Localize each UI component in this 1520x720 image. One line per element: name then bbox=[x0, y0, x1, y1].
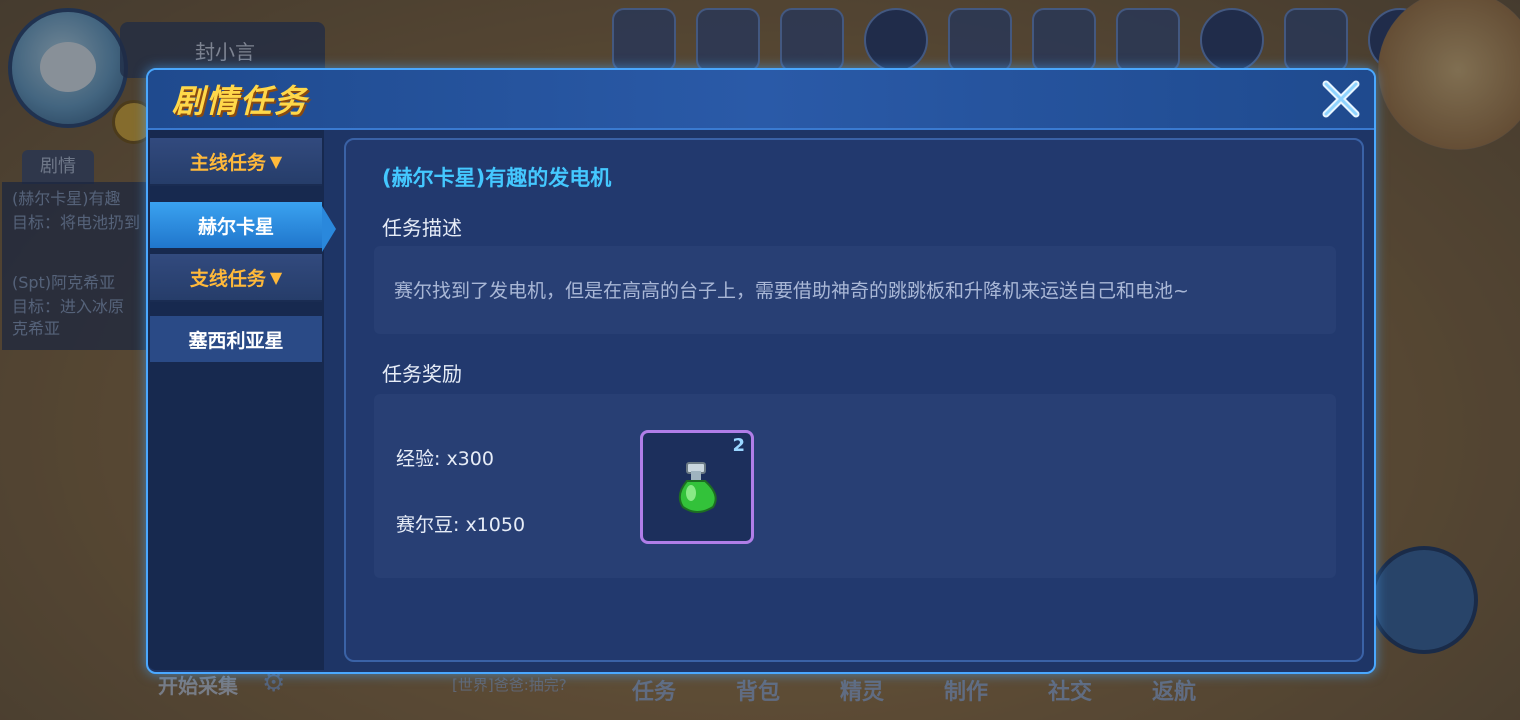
reward-label: 任务奖励 bbox=[382, 362, 462, 386]
nav-main-quests-label: 主线任务 bbox=[189, 151, 266, 174]
quest-title: (赫尔卡星)有趣的发电机 bbox=[382, 166, 612, 190]
close-icon bbox=[1322, 80, 1360, 118]
quest-nav: 主线任务 ▼ 赫尔卡星 支线任务 ▼ 塞西利亚星 bbox=[148, 130, 324, 670]
quest-detail-panel: (赫尔卡星)有趣的发电机 任务描述 赛尔找到了发电机，但是在高高的台子上，需要借… bbox=[344, 138, 1364, 662]
nav-branch-quests[interactable]: 支线任务 ▼ bbox=[150, 254, 322, 302]
nav-item-cecilia-label: 塞西利亚星 bbox=[188, 329, 284, 352]
nav-item-cecilia[interactable]: 塞西利亚星 bbox=[150, 316, 322, 362]
modal-header: 剧情任务 bbox=[148, 70, 1374, 130]
chevron-down-icon: ▼ bbox=[269, 267, 283, 287]
active-tab-arrow bbox=[322, 206, 336, 252]
green-potion-icon bbox=[678, 462, 717, 513]
nav-item-hercar[interactable]: 赫尔卡星 bbox=[150, 202, 322, 248]
desc-box: 赛尔找到了发电机，但是在高高的台子上，需要借助神奇的跳跳板和升降机来运送自己和电… bbox=[374, 246, 1336, 334]
reward-box: 经验: x300 赛尔豆: x1050 2 bbox=[374, 394, 1336, 578]
nav-branch-quests-label: 支线任务 bbox=[189, 267, 266, 290]
close-button[interactable] bbox=[1318, 76, 1364, 122]
reward-item-slot[interactable]: 2 bbox=[640, 430, 754, 544]
reward-exp: 经验: x300 bbox=[396, 448, 494, 470]
nav-item-hercar-label: 赫尔卡星 bbox=[197, 215, 274, 238]
story-quest-modal: 剧情任务 主线任务 ▼ 赫尔卡星 支线任务 ▼ 塞西利亚星 (赫尔卡星)有趣的发… bbox=[146, 68, 1376, 674]
chevron-down-icon: ▼ bbox=[269, 151, 283, 171]
reward-beans: 赛尔豆: x1050 bbox=[396, 514, 526, 536]
nav-main-quests[interactable]: 主线任务 ▼ bbox=[150, 138, 322, 186]
desc-text: 赛尔找到了发电机，但是在高高的台子上，需要借助神奇的跳跳板和升降机来运送自己和电… bbox=[394, 280, 1189, 302]
modal-title: 剧情任务 bbox=[172, 82, 309, 120]
desc-label: 任务描述 bbox=[382, 216, 462, 240]
item-count: 2 bbox=[732, 435, 745, 456]
